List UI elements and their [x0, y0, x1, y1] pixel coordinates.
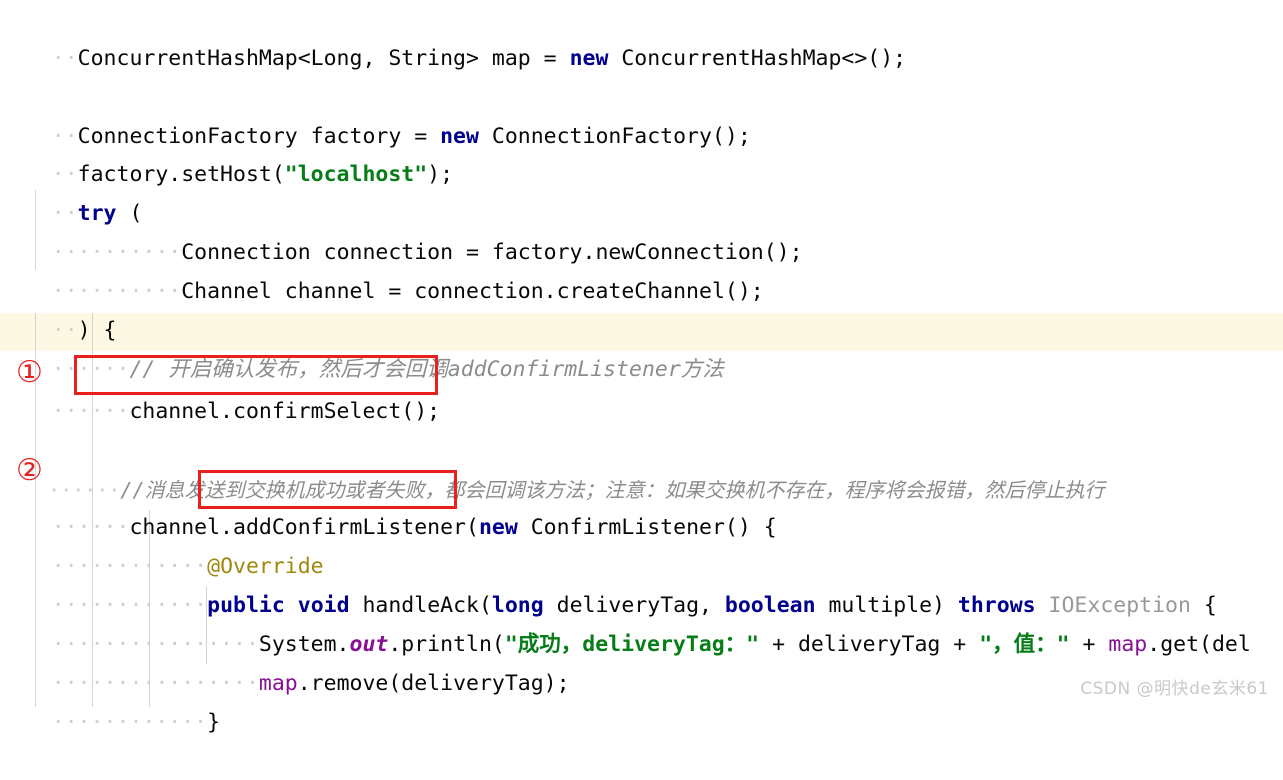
annotation-box-confirm-select [74, 355, 438, 395]
class-name-ioexception: IOException [1048, 593, 1191, 618]
whitespace-dots: ················ [51, 671, 259, 696]
code-text: Channel channel = connection.createChann… [181, 279, 764, 304]
whitespace-dots: ·· [51, 46, 78, 71]
code-text: ConnectionFactory(); [478, 124, 751, 149]
whitespace-dots: ······ [48, 478, 121, 502]
whitespace-dots: ············ [51, 593, 208, 618]
keyword-new: new [569, 46, 609, 71]
field-out: out [349, 632, 389, 657]
keyword-public: public [207, 593, 285, 618]
code-text: ConcurrentHashMap<>(); [608, 46, 907, 71]
keyword-new: new [440, 124, 479, 149]
code-text: channel.confirmSelect(); [129, 399, 441, 424]
code-line-3[interactable]: ··ConnectionFactory factory = new Connec… [0, 80, 1283, 149]
code-text: Connection connection = factory.newConne… [181, 240, 803, 265]
code-text: handleAck( [349, 593, 492, 618]
keyword-void: void [297, 593, 350, 618]
keyword-try: try [77, 201, 117, 226]
whitespace-dots: ·· [51, 162, 78, 187]
indent-guide-1 [35, 190, 36, 270]
whitespace-dots: ············ [51, 710, 208, 735]
string-literal: "localhost" [284, 162, 428, 187]
code-text: ); [427, 162, 454, 187]
string-literal: "成功，deliveryTag：" [504, 632, 760, 657]
watermark-text: CSDN @明快de玄米61 [1080, 679, 1269, 699]
code-text: .get(del [1147, 632, 1251, 657]
code-text: + deliveryTag + [759, 632, 980, 657]
whitespace-dots: ······ [51, 515, 130, 540]
code-text: ( [116, 201, 143, 226]
code-text: ConcurrentHashMap<Long, String> map = [77, 46, 570, 71]
code-text: deliveryTag, [543, 593, 725, 618]
annotation-box-add-confirm-listener [198, 470, 457, 509]
whitespace-dots: ············ [51, 554, 208, 579]
code-text: ConfirmListener() { [517, 515, 777, 540]
code-text: { [1190, 593, 1217, 618]
code-line-comment-2[interactable]: ······//消息发送到交换机成功或者失败，都会回调该方法；注意：如果交换机不… [0, 433, 1283, 502]
whitespace-dots: ·· [51, 124, 78, 149]
code-line-6[interactable]: ··········Connection connection = factor… [0, 196, 1283, 265]
code-text: System. [258, 632, 350, 657]
field-map: map [1108, 632, 1148, 657]
code-text: ) { [77, 318, 117, 343]
keyword-long: long [491, 593, 544, 618]
whitespace-dots: ·· [51, 201, 78, 226]
code-line-1[interactable]: ··ConcurrentHashMap<Long, String> map = … [0, 2, 1283, 71]
string-literal: "，值：" [979, 632, 1070, 657]
code-text: .println( [388, 632, 505, 657]
code-text: .remove(deliveryTag); [297, 671, 570, 696]
whitespace-dots: ·········· [51, 240, 182, 265]
keyword-boolean: boolean [724, 593, 816, 618]
code-text: multiple) [815, 593, 958, 618]
keyword-new: new [478, 515, 518, 540]
whitespace-dots: ······ [51, 399, 130, 424]
field-map: map [258, 671, 298, 696]
code-text: factory.setHost( [77, 162, 285, 187]
annotation-marker-1: ① [16, 355, 43, 390]
code-text: channel.addConfirmListener( [129, 515, 479, 540]
whitespace-dots: ················ [51, 632, 259, 657]
keyword-throws: throws [957, 593, 1036, 618]
code-editor[interactable]: ······// 开启确认发布，然后才会回调addConfirmListener… [0, 0, 1283, 735]
annotation-marker-2: ② [16, 453, 43, 488]
code-text: + [1069, 632, 1109, 657]
code-text: } [207, 710, 221, 735]
code-line-comment-1[interactable]: ······// 开启确认发布，然后才会回调addConfirmListener… [0, 313, 1283, 382]
annotation-override: @Override [207, 554, 324, 579]
whitespace-dots: ·········· [51, 279, 182, 304]
whitespace-dots: ·· [51, 318, 78, 343]
code-text: ConnectionFactory factory = [77, 124, 441, 149]
